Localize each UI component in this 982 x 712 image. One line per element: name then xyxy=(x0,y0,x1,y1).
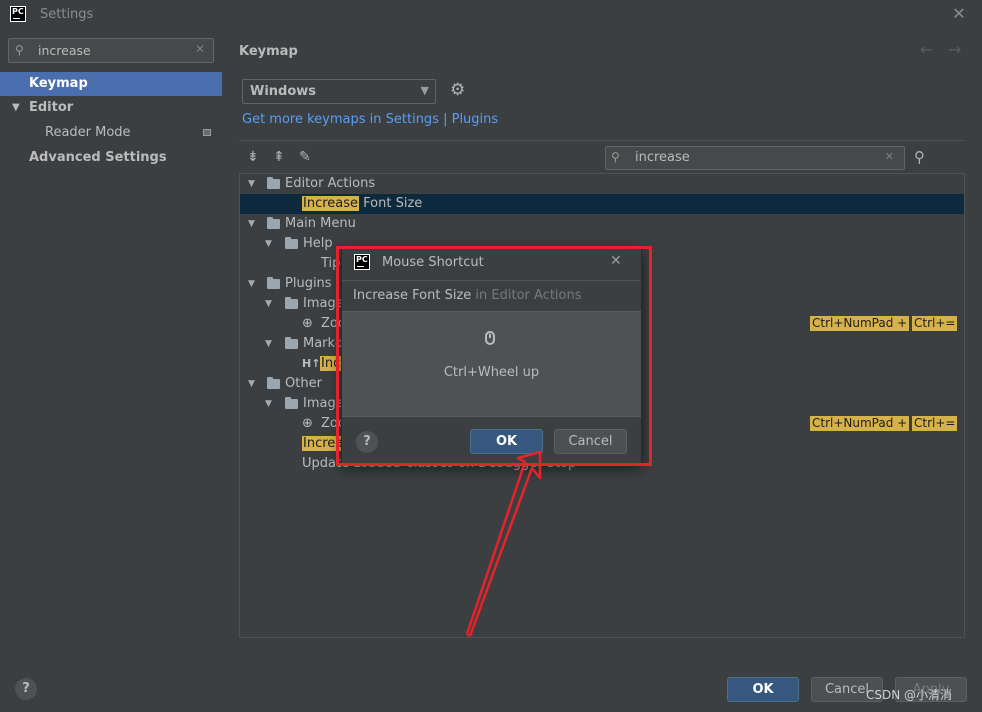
chevron-down-icon: ▼ xyxy=(420,84,429,97)
chevron-down-icon[interactable]: ▼ xyxy=(12,96,20,120)
clear-search-icon[interactable]: ✕ xyxy=(195,42,205,56)
project-level-icon xyxy=(203,129,211,136)
chevron-down-icon[interactable]: ▼ xyxy=(265,294,272,314)
chevron-down-icon[interactable]: ▼ xyxy=(265,334,272,354)
folder-icon xyxy=(285,397,298,409)
sidebar-item-keymap[interactable]: Keymap xyxy=(0,72,222,96)
app-logo: PC xyxy=(10,6,26,22)
folder-icon xyxy=(267,377,280,389)
sidebar-item-advanced-settings[interactable]: Advanced Settings xyxy=(0,146,222,170)
shortcut-badge: Ctrl+= xyxy=(912,416,958,431)
shortcut-badge: Ctrl+NumPad + xyxy=(810,416,910,431)
back-arrow-icon[interactable]: ← xyxy=(920,40,933,59)
divider xyxy=(239,140,965,141)
ok-button[interactable]: OK xyxy=(727,677,799,702)
watermark: CSDN @小清消 xyxy=(866,688,953,702)
search-icon: ⚲ xyxy=(15,43,24,57)
expand-all-icon[interactable]: ⇟ xyxy=(247,149,259,165)
clear-search-icon[interactable]: ✕ xyxy=(885,150,894,163)
menu-folder-icon xyxy=(267,217,280,229)
tree-row-main-menu[interactable]: ▼ Main Menu xyxy=(240,214,964,234)
zoom-in-icon: ⊕ xyxy=(302,316,313,331)
collapse-all-icon[interactable]: ⇞ xyxy=(273,149,285,165)
shortcut-badge: Ctrl+NumPad + xyxy=(810,316,910,331)
forward-arrow-icon[interactable]: → xyxy=(948,40,961,59)
gear-icon[interactable]: ⚙ xyxy=(450,80,465,100)
chevron-down-icon[interactable]: ▼ xyxy=(265,234,272,254)
search-icon: ⚲ xyxy=(611,150,620,164)
keymap-search-input[interactable]: ⚲ increase ✕ xyxy=(605,146,905,170)
sidebar-item-reader-mode[interactable]: Reader Mode xyxy=(0,121,222,145)
header-icon: H↑ xyxy=(302,357,321,370)
find-by-shortcut-icon[interactable]: ⚲ xyxy=(914,148,925,166)
keymap-dropdown[interactable]: Windows ▼ xyxy=(242,79,436,104)
chevron-down-icon[interactable]: ▼ xyxy=(248,374,255,394)
folder-icon xyxy=(267,277,280,289)
page-title: Keymap xyxy=(239,44,298,59)
folder-icon xyxy=(285,337,298,349)
shortcut-badge: Ctrl+= xyxy=(912,316,958,331)
chevron-down-icon[interactable]: ▼ xyxy=(265,394,272,414)
folder-icon xyxy=(285,297,298,309)
settings-search-input[interactable]: ⚲ increase ✕ xyxy=(8,38,214,63)
get-more-keymaps-link[interactable]: Get more keymaps in Settings | Plugins xyxy=(242,112,498,127)
help-button[interactable]: ? xyxy=(15,678,37,700)
folder-icon xyxy=(285,237,298,249)
tree-row-editor-actions[interactable]: ▼ Editor Actions xyxy=(240,174,964,194)
chevron-down-icon[interactable]: ▼ xyxy=(248,274,255,294)
keymap-search-value: increase xyxy=(635,150,690,165)
annotation-highlight-box xyxy=(336,246,652,466)
chevron-down-icon[interactable]: ▼ xyxy=(248,214,255,234)
zoom-in-icon: ⊕ xyxy=(302,416,313,431)
edit-shortcut-icon[interactable]: ✎ xyxy=(299,149,311,165)
tree-row-increase-font-size[interactable]: Increase Font Size xyxy=(240,194,964,214)
settings-sidebar: ⚲ increase ✕ Keymap ▼ Editor Reader Mode… xyxy=(0,30,222,665)
chevron-down-icon[interactable]: ▼ xyxy=(248,174,255,194)
folder-icon xyxy=(267,177,280,189)
window-title: Settings xyxy=(40,7,94,22)
sidebar-item-editor[interactable]: ▼ Editor xyxy=(0,96,222,120)
close-window-icon[interactable]: ✕ xyxy=(950,3,968,25)
settings-search-value: increase xyxy=(38,43,91,58)
title-bar: PC Settings ✕ xyxy=(0,0,982,30)
